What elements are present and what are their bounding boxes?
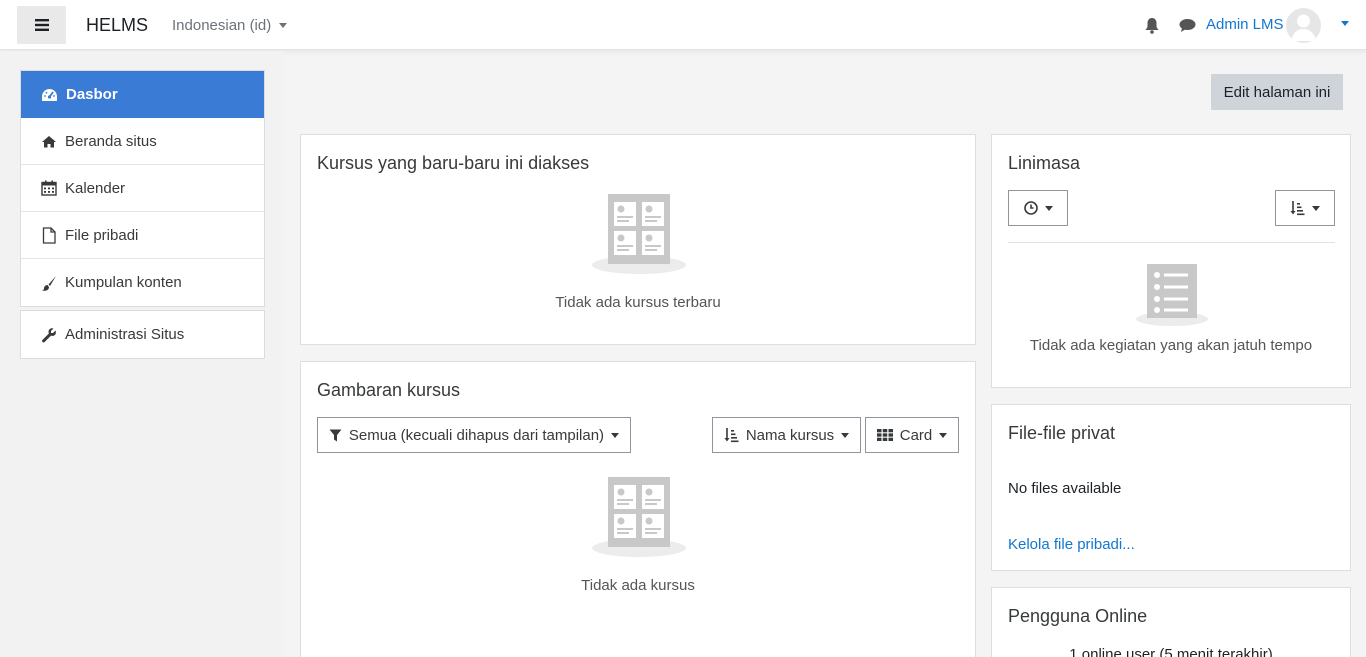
site-brand[interactable]: HELMS [86,15,148,36]
timeline-empty-text: Tidak ada kegiatan yang akan jatuh tempo [1029,337,1313,354]
top-navbar: HELMS Indonesian (id) Admin LMS [0,0,1366,50]
recent-courses-empty-text: Tidak ada kursus terbaru [555,294,721,311]
course-view-dropdown[interactable]: Card [865,417,959,453]
chevron-down-icon [279,23,288,28]
timeline-divider [1008,242,1335,243]
course-filter-label: Semua (kecuali dihapus dari tampilan) [348,426,605,444]
timeline-title: Linimasa [1008,153,1081,173]
nav-item-label: Administrasi Situs [65,326,185,343]
nav-item-private-files[interactable]: File pribadi [21,212,264,259]
chevron-down-icon [841,432,850,438]
recent-courses-block: Kursus yang baru-baru ini diakses Tidak … [300,134,976,345]
chevron-down-icon [1044,205,1053,211]
nav-item-label: Kalender [65,179,126,197]
chat-icon[interactable] [1179,18,1196,33]
language-label: Indonesian (id) [172,17,272,34]
no-files-text: No files available [1008,480,1122,497]
nav-item-label: Beranda situs [65,132,157,150]
course-sort-label: Nama kursus [745,426,835,444]
nav-item-site-home[interactable]: Beranda situs [21,118,264,165]
home-icon [42,135,56,147]
timeline-filter-dropdown[interactable] [1008,190,1068,226]
online-users-title: Pengguna Online [1008,606,1148,626]
bell-icon[interactable] [1144,17,1160,34]
course-overview-empty-text: Tidak ada kursus [581,577,695,594]
course-overview-block: Gambaran kursus Semua (kecuali dihapus d… [300,361,976,657]
wrench-icon [42,327,56,342]
online-users-block: Pengguna Online 1 online user (5 menit t… [991,587,1351,657]
course-filter-dropdown[interactable]: Semua (kecuali dihapus dari tampilan) [317,417,631,453]
activities-empty-icon [1136,264,1208,326]
nav-item-label: Kumpulan konten [65,274,182,291]
hamburger-icon [34,19,49,31]
file-icon [42,226,56,244]
sort-icon [724,428,739,443]
nav-item-dashboard[interactable]: Dasbor [21,71,264,118]
admin-nav-group: Administrasi Situs [20,310,265,359]
brush-icon [42,275,56,291]
calendar-icon [41,180,57,196]
nav-item-calendar[interactable]: Kalender [21,165,264,212]
timeline-block: Linimasa Tidak ada kegiatan yang akan ja… [991,134,1351,388]
nav-item-label: Dasbor [66,86,118,103]
course-view-label: Card [899,426,933,444]
avatar[interactable] [1286,8,1321,43]
course-sort-dropdown[interactable]: Nama kursus [712,417,861,453]
private-files-title: File-file privat [1008,423,1116,443]
courses-empty-icon [592,477,686,557]
timeline-sort-dropdown[interactable] [1275,190,1335,226]
nav-item-content-bank[interactable]: Kumpulan konten [21,259,264,306]
online-users-summary: 1 online user (5 menit terakhir) [1069,646,1273,657]
main-nav-group: Dasbor Beranda situs Kalender File priba… [20,70,265,307]
recent-courses-title: Kursus yang baru-baru ini diakses [317,153,590,173]
drawer-toggle-button[interactable] [17,6,66,44]
grid-icon [876,429,893,441]
chevron-down-icon [611,432,620,438]
user-menu-name[interactable]: Admin LMS [1206,16,1284,33]
sort-icon [1290,201,1305,216]
private-files-block: File-file privat No files available Kelo… [991,404,1351,571]
user-menu-chevron-icon[interactable] [1341,21,1349,26]
chevron-down-icon [939,432,948,438]
nav-item-label: File pribadi [65,226,139,244]
edit-page-button[interactable]: Edit halaman ini [1211,74,1343,110]
left-navigation-drawer: Dasbor Beranda situs Kalender File priba… [0,51,284,657]
chevron-down-icon [1312,205,1320,211]
courses-empty-icon [592,194,686,274]
dashboard-icon [42,88,57,101]
filter-icon [329,429,342,441]
manage-private-files-link[interactable]: Kelola file pribadi... [1008,536,1135,553]
nav-item-site-administration[interactable]: Administrasi Situs [21,311,264,358]
language-menu[interactable]: Indonesian (id) [172,17,288,34]
course-overview-title: Gambaran kursus [317,380,461,400]
clock-icon [1023,201,1038,215]
